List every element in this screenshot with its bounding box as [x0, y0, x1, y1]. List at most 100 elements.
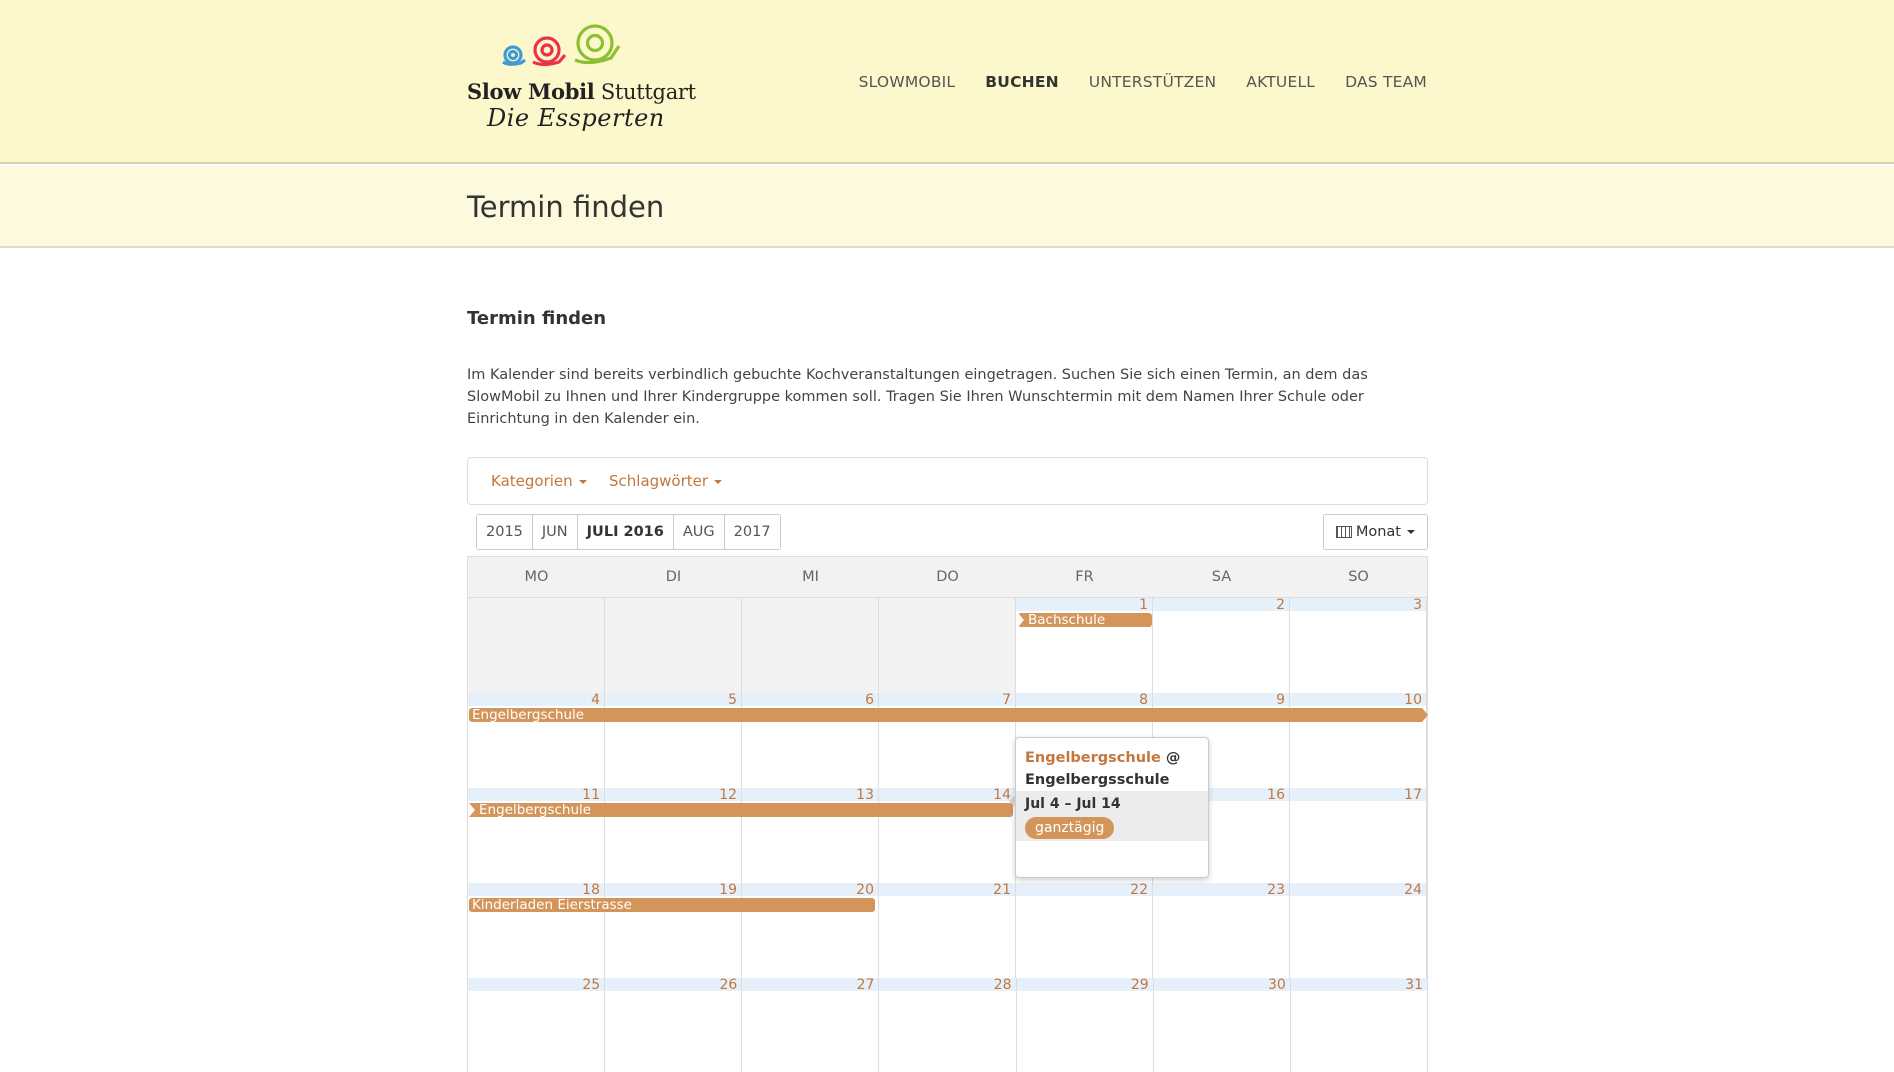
month-pager: 2015 JUN JULI 2016 AUG 2017: [476, 514, 781, 550]
day-number[interactable]: 25: [582, 978, 600, 992]
day-number[interactable]: 30: [1268, 978, 1286, 992]
day-number[interactable]: 20: [856, 883, 874, 897]
day-number[interactable]: 5: [728, 693, 737, 707]
event-bar[interactable]: Engelbergschule: [469, 803, 1013, 817]
snail-logo-icon: [502, 24, 621, 67]
event-title: Kinderladen Eierstrasse: [472, 898, 632, 912]
day-cell[interactable]: 17: [1290, 788, 1427, 883]
day-number[interactable]: 31: [1405, 978, 1423, 992]
day-number[interactable]: 4: [591, 693, 600, 707]
continuation-arrow-icon: [469, 803, 475, 817]
nav-item-aktuell[interactable]: AKTUELL: [1246, 73, 1315, 91]
popover-date-range: Jul 4 – Jul 14: [1025, 796, 1121, 812]
popover-arrow: [1009, 795, 1015, 807]
day-number[interactable]: 2: [1276, 598, 1285, 612]
caret-down-icon: [714, 479, 723, 484]
logo-title: Slow Mobil Stuttgart: [467, 79, 696, 104]
weekday-label: DI: [665, 569, 682, 585]
prev-year-button[interactable]: 2015: [477, 515, 533, 549]
nav-item-das-team[interactable]: DAS TEAM: [1345, 73, 1427, 91]
weekday-label: FR: [1075, 569, 1094, 585]
day-cell-outside: [605, 598, 742, 693]
intro-text: Im Kalender sind bereits verbindlich geb…: [467, 367, 1368, 427]
event-bar[interactable]: Engelbergschule: [469, 708, 1422, 722]
weekday-label: MI: [802, 569, 819, 585]
day-number[interactable]: 6: [865, 693, 874, 707]
logo-subtitle: Die Essperten: [487, 104, 665, 132]
event-popover: Engelbergschule @ Engelbergsschule Jul 4…: [1009, 737, 1209, 878]
day-number[interactable]: 26: [719, 978, 737, 992]
day-number[interactable]: 21: [993, 883, 1011, 897]
weekday-label: SO: [1348, 569, 1369, 585]
day-cell[interactable]: 24: [1290, 883, 1427, 978]
title-band: Termin finden: [0, 166, 1894, 248]
day-cell[interactable]: 29: [1016, 978, 1154, 1072]
nav-item-buchen[interactable]: BUCHEN: [985, 73, 1059, 91]
day-cell[interactable]: 3: [1290, 598, 1427, 693]
day-number[interactable]: 13: [856, 788, 874, 802]
current-month-button[interactable]: JULI 2016: [577, 515, 674, 549]
categories-label: Kategorien: [491, 472, 573, 490]
calendar-icon: [1335, 526, 1352, 538]
day-cell[interactable]: 26: [605, 978, 743, 1072]
event-bar[interactable]: Kinderladen Eierstrasse: [469, 898, 875, 912]
main-nav: SLOWMOBIL BUCHEN UNTERSTÜTZEN AKTUELL DA…: [859, 73, 1427, 91]
calendar-week: 25 26 27 28 29 30 31: [468, 978, 1427, 1072]
calendar-week: 11 12 13 14 15 16 17 Engelbergschule: [468, 788, 1427, 883]
day-number[interactable]: 8: [1139, 693, 1148, 707]
calendar-week: 18 19 20 21 22 23 24 Kinderladen Eierstr…: [468, 883, 1427, 978]
day-cell-outside: [879, 598, 1016, 693]
day-cell[interactable]: 28: [879, 978, 1017, 1072]
day-number[interactable]: 11: [582, 788, 600, 802]
event-title: Engelbergschule: [479, 803, 592, 817]
event-title: Bachschule: [1028, 613, 1106, 627]
event-title: Engelbergschule: [472, 708, 585, 722]
day-cell[interactable]: 23: [1153, 883, 1290, 978]
day-cell[interactable]: 25: [468, 978, 606, 1072]
view-select-button[interactable]: Monat: [1322, 514, 1428, 550]
day-number[interactable]: 12: [719, 788, 737, 802]
day-number[interactable]: 29: [1131, 978, 1149, 992]
all-day-badge: ganztägig: [1025, 817, 1115, 839]
site-header: Slow Mobil Stuttgart Die Essperten SLOWM…: [0, 0, 1894, 164]
filter-bar: Kategorien Schlagwörter: [467, 457, 1428, 505]
popover-location: Engelbergsschule: [1025, 772, 1170, 788]
prev-month-button[interactable]: JUN: [532, 515, 578, 549]
day-number[interactable]: 27: [857, 978, 875, 992]
day-number[interactable]: 19: [719, 883, 737, 897]
site-logo[interactable]: Slow Mobil Stuttgart Die Essperten: [467, 22, 696, 142]
day-number[interactable]: 10: [1404, 693, 1422, 707]
nav-item-unterstuetzen[interactable]: UNTERSTÜTZEN: [1089, 73, 1217, 91]
event-bar[interactable]: Bachschule: [1018, 613, 1152, 627]
day-number[interactable]: 7: [1002, 693, 1011, 707]
calendar-week: 1 2 3 Bachschule: [468, 598, 1427, 693]
weekday-header: MO DI MI DO FR SA SO: [468, 556, 1427, 598]
day-cell[interactable]: 27: [742, 978, 880, 1072]
popover-event-name[interactable]: Engelbergschule: [1025, 750, 1161, 766]
day-number[interactable]: 22: [1130, 883, 1148, 897]
continuation-arrow-icon: [1018, 613, 1024, 627]
view-select-label: Monat: [1355, 524, 1401, 540]
day-number[interactable]: 23: [1267, 883, 1285, 897]
day-cell[interactable]: 22: [1016, 883, 1153, 978]
categories-dropdown[interactable]: Kategorien: [491, 472, 587, 490]
day-cell[interactable]: 31: [1290, 978, 1427, 1072]
day-number[interactable]: 24: [1404, 883, 1422, 897]
weekday-label: MO: [524, 569, 549, 585]
month-calendar: MO DI MI DO FR SA SO 1 2 3 Bachschule 4 …: [467, 556, 1428, 1072]
tags-dropdown[interactable]: Schlagwörter: [609, 472, 723, 490]
day-number[interactable]: 9: [1276, 693, 1285, 707]
day-number[interactable]: 3: [1413, 598, 1422, 612]
day-number[interactable]: 1: [1139, 598, 1148, 612]
day-cell[interactable]: 21: [879, 883, 1016, 978]
day-cell[interactable]: 30: [1153, 978, 1291, 1072]
next-month-button[interactable]: AUG: [673, 515, 725, 549]
day-number[interactable]: 18: [582, 883, 600, 897]
day-number[interactable]: 28: [994, 978, 1012, 992]
day-cell[interactable]: 2: [1153, 598, 1290, 693]
day-number[interactable]: 16: [1267, 788, 1285, 802]
nav-item-slowmobil[interactable]: SLOWMOBIL: [859, 73, 956, 91]
popover-at: @: [1165, 750, 1181, 766]
next-year-button[interactable]: 2017: [724, 515, 780, 549]
day-number[interactable]: 17: [1404, 788, 1422, 802]
